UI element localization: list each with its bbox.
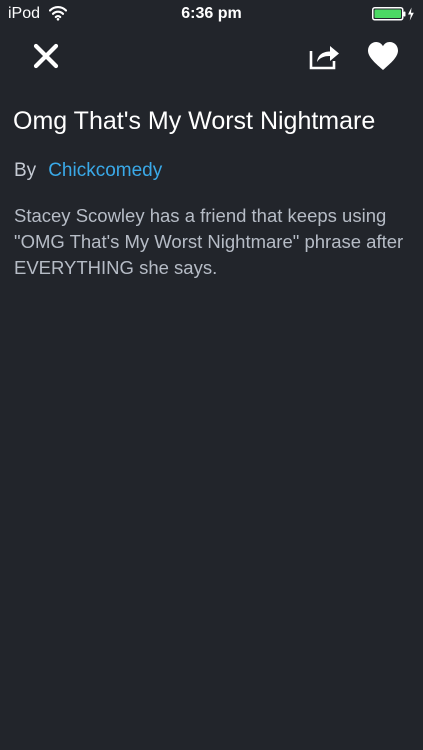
status-bar: iPod 6:36 pm — [0, 0, 423, 28]
article-title: Omg That's My Worst Nightmare — [13, 107, 376, 135]
status-time: 6:36 pm — [181, 5, 242, 22]
author-link[interactable]: Chickcomedy — [48, 160, 162, 181]
share-icon[interactable] — [308, 40, 342, 72]
heart-icon[interactable] — [366, 40, 400, 72]
by-label: By — [14, 160, 37, 181]
byline: By Chickcomedy — [14, 158, 162, 184]
close-icon[interactable] — [30, 40, 62, 72]
battery-icon — [372, 6, 416, 22]
article-description: Stacey Scowley has a friend that keeps u… — [14, 205, 404, 278]
toolbar — [0, 34, 423, 78]
